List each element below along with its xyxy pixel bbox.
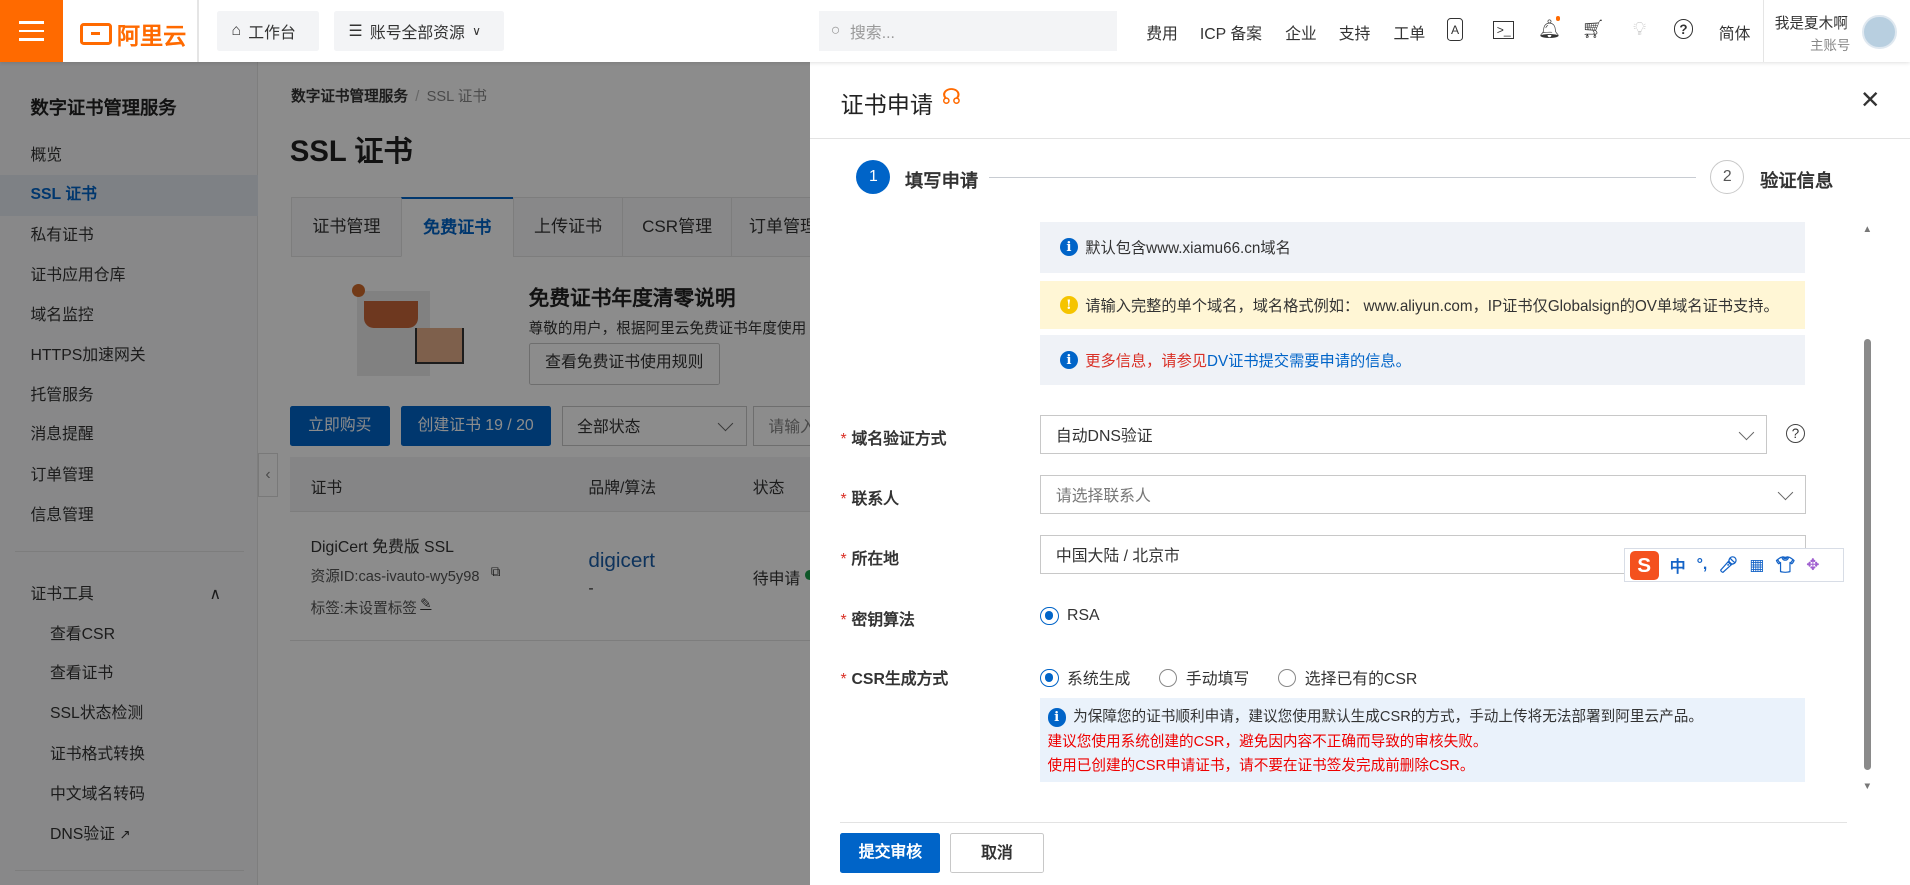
microphone-icon[interactable]: 🎤︎: [1718, 555, 1738, 575]
cart-icon[interactable]: 🛒︎: [1582, 18, 1605, 40]
warning-icon: !: [1059, 295, 1078, 315]
scrollbar[interactable]: ▲ ▼: [1861, 222, 1873, 797]
home-icon: ⌂: [231, 22, 241, 40]
csr-note-box: i 为保障您的证书顺利申请，建议您使用默认生成CSR的方式，手动上传将无法部署到阿…: [1040, 697, 1806, 782]
radio-rsa[interactable]: RSA: [1040, 606, 1100, 625]
select-placeholder: 请选择联系人: [1055, 488, 1151, 506]
drawer-title: 证书申请: [840, 92, 933, 119]
ime-punct[interactable]: °,: [1697, 556, 1708, 574]
label-text: 联系人: [851, 491, 900, 508]
scrollbar-thumb[interactable]: [1863, 338, 1871, 770]
server-icon: ☰: [348, 23, 363, 41]
search-icon: ○: [830, 22, 841, 40]
top-bar: 阿里云 ⌂ 工作台 ☰ 账号全部资源 ∨ ○ 搜索... 费用 ICP 备案 企业 支持…: [0, 0, 1910, 63]
step-1-indicator: 1: [856, 159, 891, 194]
resources-label: 账号全部资源: [369, 24, 465, 42]
radio-manual[interactable]: 手动填写: [1159, 666, 1249, 689]
chevron-down-icon: [1777, 484, 1794, 500]
aliyun-logo[interactable]: 阿里云: [80, 17, 186, 51]
radio-label: 系统生成: [1067, 671, 1131, 689]
workbench-label: 工作台: [248, 24, 296, 42]
help-icon[interactable]: ?: [1673, 19, 1694, 39]
dv-info-link[interactable]: DV证书提交需要申请的信息。: [1207, 349, 1411, 371]
close-icon[interactable]: ✕: [1860, 85, 1880, 115]
skin-icon[interactable]: 👕︎: [1775, 555, 1795, 575]
chevron-down-icon: [1738, 424, 1755, 441]
divider: [840, 822, 1847, 824]
csr-note: 为保障您的证书顺利申请，建议您使用默认生成CSR的方式，手动上传将无法部署到阿里…: [1073, 709, 1703, 726]
alert-text: 更多信息，请参见: [1085, 352, 1208, 370]
csr-warning: 使用已创建的CSR申请证书，请不要在证书签发完成前删除CSR。: [1047, 757, 1475, 774]
label-text: 密钥算法: [851, 611, 915, 629]
logo-text: 阿里云: [116, 23, 187, 50]
nav-enterprise[interactable]: 企业: [1285, 21, 1317, 44]
headset-icon[interactable]: ☊: [942, 84, 961, 110]
bell-icon[interactable]: 🔔︎: [1538, 15, 1561, 40]
verify-method-select[interactable]: 自动DNS验证: [1040, 415, 1768, 455]
toolbox-icon[interactable]: ✥: [1806, 555, 1819, 575]
divider: [810, 137, 1910, 139]
info-icon: i: [1059, 238, 1078, 257]
search-placeholder: 搜索...: [850, 24, 895, 42]
alert-text: 请输入完整的单个域名，域名格式例如： www.aliyun.com，IP证书仅G…: [1085, 298, 1779, 316]
step-connector: [989, 176, 1696, 178]
label-text: CSR生成方式: [851, 671, 949, 689]
help-icon[interactable]: ?: [1785, 423, 1806, 444]
modal-overlay[interactable]: [0, 62, 811, 885]
user-name[interactable]: 我是夏木啊: [1775, 12, 1848, 33]
radio-label: 选择已有的CSR: [1304, 671, 1418, 689]
terminal-icon[interactable]: >_: [1493, 20, 1515, 39]
resources-dropdown[interactable]: ☰ 账号全部资源 ∨: [333, 10, 505, 52]
user-role: 主账号: [1810, 38, 1851, 54]
key-algo-label: * 密钥算法: [840, 611, 915, 629]
ime-lang[interactable]: 中: [1670, 554, 1686, 577]
info-icon: i: [1059, 350, 1078, 370]
divider: [1762, 0, 1764, 63]
alert-text: 默认包含www.xiamu66.cn域名: [1085, 240, 1291, 258]
select-value: 中国大陆 / 北京市: [1055, 547, 1180, 565]
lightbulb-icon[interactable]: 💡︎: [1629, 18, 1651, 40]
verify-method-label: * 域名验证方式: [840, 431, 947, 449]
cert-apply-drawer: 证书申请 ☊ ✕ 1 填写申请 2 验证信息 i 默认包含www.xiamu66.…: [810, 62, 1910, 885]
csr-method-label: * CSR生成方式: [840, 671, 949, 689]
nav-ticket[interactable]: 工单: [1394, 21, 1426, 44]
radio-label: RSA: [1067, 606, 1100, 624]
step-1-label: 填写申请: [905, 169, 979, 191]
nav-fees[interactable]: 费用: [1146, 21, 1178, 44]
nav-icp[interactable]: ICP 备案: [1200, 21, 1262, 44]
step-2-label: 验证信息: [1760, 169, 1834, 191]
label-text: 所在地: [851, 550, 900, 568]
chevron-down-icon: ∨: [472, 24, 482, 39]
cancel-button[interactable]: 取消: [950, 833, 1044, 874]
avatar[interactable]: [1862, 14, 1897, 49]
radio-system-generate[interactable]: 系统生成: [1040, 666, 1130, 689]
select-value: 自动DNS验证: [1055, 428, 1153, 446]
nav-support[interactable]: 支持: [1339, 21, 1371, 44]
keyboard-icon[interactable]: ▦: [1749, 555, 1764, 575]
contact-label: * 联系人: [840, 491, 900, 508]
divider: [197, 0, 199, 63]
info-icon: i: [1047, 708, 1066, 727]
csr-method-radio-group: 系统生成 手动填写 选择已有的CSR: [1040, 666, 1441, 692]
menu-button[interactable]: [0, 0, 64, 63]
radio-existing-csr[interactable]: 选择已有的CSR: [1278, 666, 1417, 689]
key-algo-radio-group: RSA: [1040, 606, 1124, 630]
language-switch[interactable]: 简体: [1719, 21, 1751, 44]
search-input[interactable]: ○ 搜索...: [818, 10, 1117, 52]
label-text: 域名验证方式: [851, 431, 947, 449]
info-alert: i 默认包含www.xiamu66.cn域名: [1040, 221, 1806, 273]
csr-warning: 建议您使用系统创建的CSR，避免因内容不正确而导致的审核失败。: [1047, 733, 1488, 750]
app-icon[interactable]: A: [1447, 18, 1463, 42]
info-alert: i 更多信息，请参见 DV证书提交需要申请的信息。: [1040, 334, 1806, 385]
step-2-indicator: 2: [1710, 159, 1745, 194]
submit-button[interactable]: 提交审核: [840, 833, 941, 874]
contact-select[interactable]: 请选择联系人: [1040, 475, 1807, 514]
warning-alert: ! 请输入完整的单个域名，域名格式例如： www.aliyun.com，IP证书仅…: [1040, 281, 1806, 329]
sogou-logo: S: [1629, 550, 1659, 580]
ime-toolbar[interactable]: S 中 °, 🎤︎ ▦ 👕︎ ✥: [1623, 548, 1845, 583]
radio-label: 手动填写: [1185, 671, 1250, 689]
location-label: * 所在地: [840, 550, 900, 568]
workbench-button[interactable]: ⌂ 工作台: [216, 10, 320, 52]
